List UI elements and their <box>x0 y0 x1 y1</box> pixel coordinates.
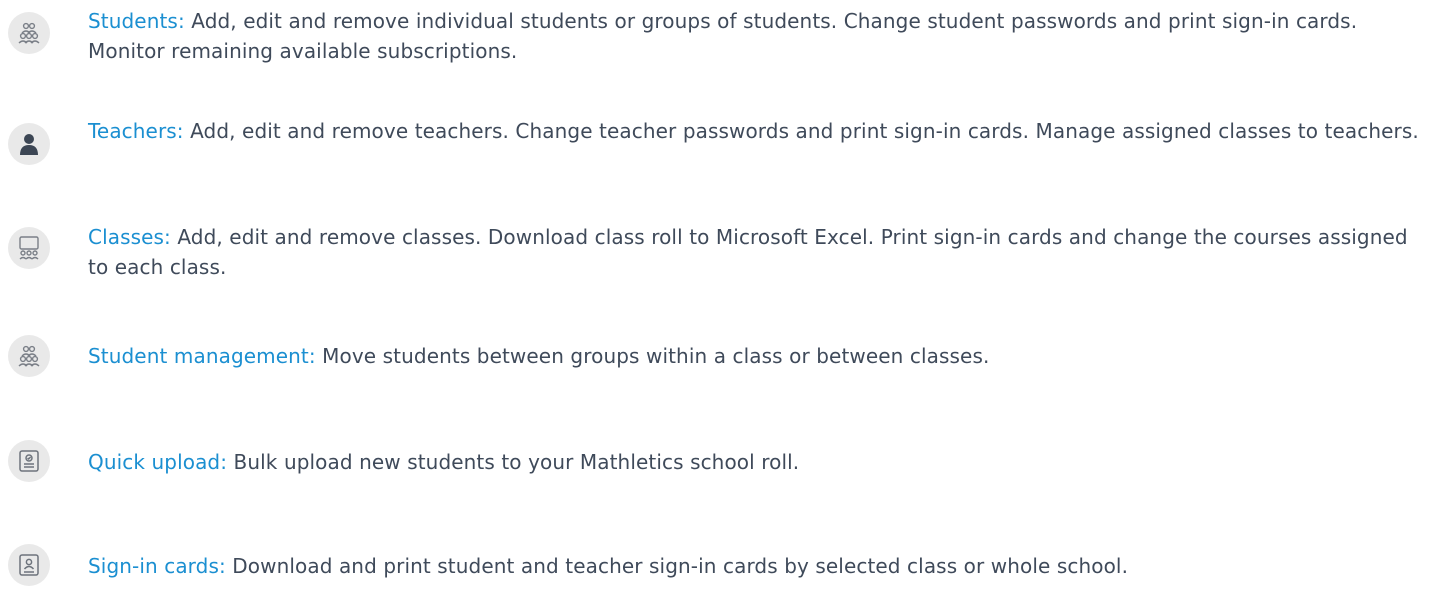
student-management-icon <box>8 335 50 377</box>
teacher-person-icon <box>8 123 50 165</box>
sign-in-card-icon <box>8 544 50 586</box>
feature-description: Bulk upload new students to your Mathlet… <box>233 450 800 474</box>
feature-text: Quick upload: Bulk upload new students t… <box>88 447 1433 477</box>
quick-upload-icon <box>8 440 50 482</box>
feature-label: Classes: <box>88 225 171 249</box>
feature-text: Sign-in cards: Download and print studen… <box>88 551 1433 581</box>
feature-label: Teachers: <box>88 119 184 143</box>
feature-text: Students: Add, edit and remove individua… <box>88 6 1433 66</box>
feature-list: Students: Add, edit and remove individua… <box>0 0 1439 589</box>
feature-label: Quick upload: <box>88 450 228 474</box>
feature-description: Move students between groups within a cl… <box>322 344 990 368</box>
feature-text: Classes: Add, edit and remove classes. D… <box>88 222 1433 282</box>
classroom-board-icon <box>8 227 50 269</box>
feature-label: Sign-in cards: <box>88 554 226 578</box>
students-group-icon <box>8 12 50 54</box>
feature-text: Teachers: Add, edit and remove teachers.… <box>88 116 1433 146</box>
feature-description: Download and print student and teacher s… <box>232 554 1129 578</box>
feature-label: Student management: <box>88 344 316 368</box>
feature-description: Add, edit and remove individual students… <box>88 9 1358 63</box>
feature-description: Add, edit and remove classes. Download c… <box>88 225 1408 279</box>
feature-description: Add, edit and remove teachers. Change te… <box>190 119 1419 143</box>
feature-text: Student management: Move students betwee… <box>88 341 1433 371</box>
feature-label: Students: <box>88 9 185 33</box>
